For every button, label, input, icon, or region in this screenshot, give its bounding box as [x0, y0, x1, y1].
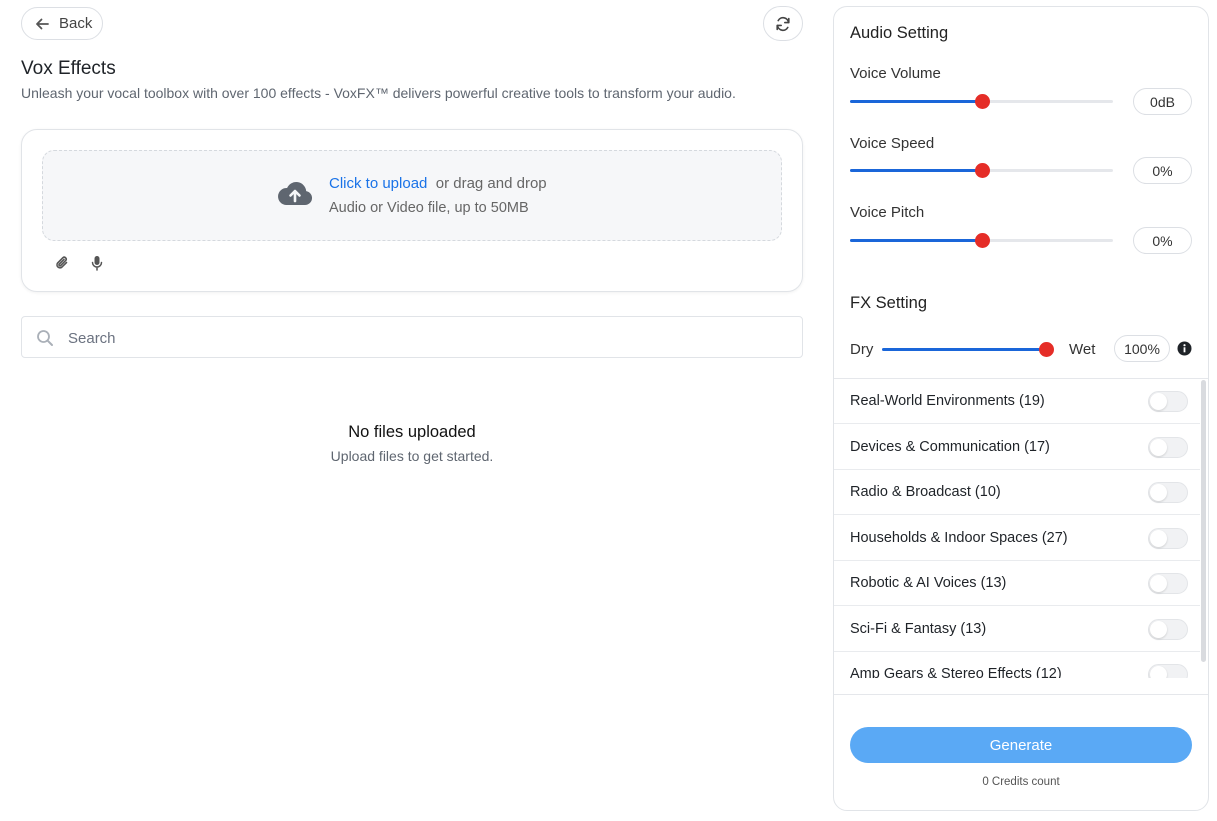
fx-category-label: Amp Gears & Stereo Effects (12) [850, 666, 1062, 678]
fx-category-toggle[interactable] [1148, 573, 1188, 594]
microphone-icon[interactable] [91, 255, 103, 271]
fx-setting-title: FX Setting [850, 294, 928, 312]
voice-speed-label: Voice Speed [850, 135, 935, 152]
empty-state-title: No files uploaded [348, 423, 476, 441]
voice-pitch-knob[interactable] [974, 233, 990, 248]
upload-hint: Audio or Video file, up to 50MB [329, 200, 529, 216]
paperclip-icon[interactable] [55, 255, 69, 271]
search-box [21, 316, 803, 358]
divider [834, 694, 1208, 695]
toggle-knob [1150, 620, 1167, 638]
fx-category-label: Robotic & AI Voices (13) [850, 575, 1007, 591]
fx-category-label: Households & Indoor Spaces (27) [850, 529, 1068, 546]
generate-button[interactable]: Generate [850, 727, 1192, 763]
dry-label: Dry [850, 341, 874, 358]
credits-count: 0 Credits count [982, 776, 1060, 788]
upload-dropzone[interactable]: Click to upload or drag and drop Audio o… [42, 150, 782, 241]
page-title: Vox Effects [21, 58, 116, 79]
back-button[interactable]: Back [21, 7, 103, 40]
dry-wet-slider[interactable] [882, 342, 1054, 357]
upload-instructions: Click to upload or drag and drop [329, 175, 547, 192]
toggle-knob [1150, 393, 1167, 410]
voice-speed-slider[interactable] [850, 163, 1113, 178]
drag-drop-text: or drag and drop [435, 175, 547, 192]
fx-category-item[interactable]: Real-World Environments (19) [834, 379, 1200, 424]
fx-category-toggle[interactable] [1148, 436, 1188, 458]
wet-label: Wet [1069, 341, 1096, 358]
voice-volume-knob[interactable] [974, 94, 990, 109]
fx-category-item[interactable]: Radio & Broadcast (10) [834, 470, 1200, 515]
search-icon [37, 330, 53, 346]
voice-speed-value[interactable]: 0% [1133, 157, 1192, 184]
voice-pitch-slider[interactable] [850, 233, 1113, 248]
fx-category-item[interactable]: Devices & Communication (17) [834, 425, 1200, 470]
fx-list-scrollbar[interactable] [1201, 380, 1206, 662]
dry-wet-value[interactable]: 100% [1114, 335, 1170, 362]
voice-speed-knob[interactable] [974, 163, 990, 178]
voice-pitch-label: Voice Pitch [850, 204, 925, 221]
toggle-knob [1150, 484, 1167, 501]
page-subtitle: Unleash your vocal toolbox with over 100… [21, 85, 736, 101]
voice-volume-label: Voice Volume [850, 65, 941, 82]
fx-category-label: Real-World Environments (19) [850, 393, 1045, 409]
dry-wet-knob[interactable] [1039, 342, 1054, 357]
toggle-knob [1150, 529, 1167, 547]
upload-card: Click to upload or drag and drop Audio o… [21, 129, 803, 292]
fx-category-label: Radio & Broadcast (10) [850, 484, 1001, 500]
audio-setting-title: Audio Setting [850, 24, 949, 42]
click-to-upload-link[interactable]: Click to upload [329, 175, 427, 192]
fx-category-toggle[interactable] [1148, 391, 1188, 412]
voice-pitch-value[interactable]: 0% [1133, 227, 1192, 254]
fx-category-item[interactable]: Amp Gears & Stereo Effects (12) [834, 652, 1200, 678]
fx-category-toggle[interactable] [1148, 482, 1188, 503]
toggle-knob [1150, 438, 1167, 456]
fx-category-label: Devices & Communication (17) [850, 438, 1050, 455]
fx-category-label: Sci-Fi & Fantasy (13) [850, 620, 987, 637]
refresh-icon [776, 16, 790, 31]
arrow-left-icon [36, 18, 49, 29]
fx-category-toggle[interactable] [1148, 527, 1188, 549]
fx-category-item[interactable]: Households & Indoor Spaces (27) [834, 516, 1200, 561]
cloud-upload-icon [278, 182, 313, 206]
fx-category-item[interactable]: Robotic & AI Voices (13) [834, 561, 1200, 606]
toggle-knob [1150, 575, 1167, 592]
voice-volume-slider[interactable] [850, 94, 1113, 109]
fx-category-list: Real-World Environments (19) Devices & Co… [834, 378, 1208, 678]
settings-panel: Audio Setting Voice Volume 0dB Voice Spe… [833, 6, 1209, 811]
fx-category-item[interactable]: Sci-Fi & Fantasy (13) [834, 607, 1200, 652]
fx-category-toggle[interactable] [1148, 664, 1188, 678]
refresh-button[interactable] [763, 6, 803, 41]
back-label: Back [59, 15, 93, 32]
voice-volume-value[interactable]: 0dB [1133, 88, 1192, 115]
info-icon[interactable] [1177, 341, 1192, 356]
fx-category-toggle[interactable] [1148, 618, 1188, 640]
toggle-knob [1150, 666, 1167, 678]
empty-state-subtitle: Upload files to get started. [330, 448, 494, 464]
search-input[interactable] [68, 325, 788, 351]
